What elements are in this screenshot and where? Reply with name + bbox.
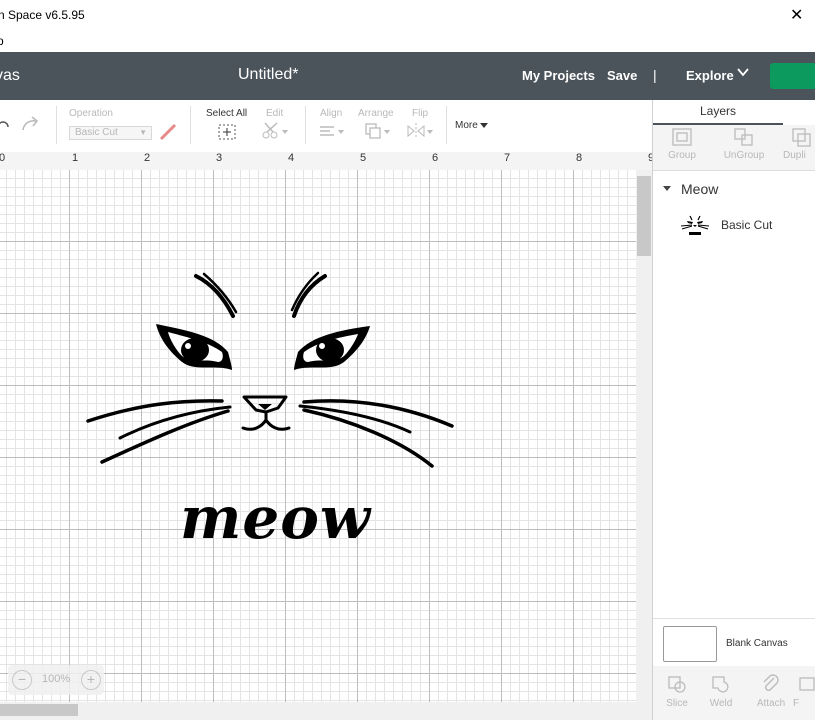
ruler-number: 1 (72, 152, 79, 164)
redo-icon[interactable] (21, 115, 41, 133)
slice-label: Slice (666, 698, 688, 709)
make-it-button[interactable] (770, 63, 815, 89)
layers-bottom-toolbar: Slice Weld Attach F (653, 666, 815, 720)
tab-layers[interactable]: Layers (653, 100, 783, 125)
ruler-number: 5 (360, 152, 367, 164)
operation-label: Operation (69, 108, 113, 119)
vertical-scroll-thumb[interactable] (637, 176, 651, 256)
slice-icon (668, 676, 686, 693)
operation-value: Basic Cut (75, 127, 118, 138)
layer-item-label: Basic Cut (721, 218, 773, 232)
flatten-icon (799, 677, 815, 691)
align-icon[interactable] (318, 124, 346, 140)
caret-down-icon[interactable] (663, 186, 671, 191)
ruler-number: 6 (432, 152, 439, 164)
align-label: Align (320, 108, 343, 119)
blank-canvas-swatch[interactable] (663, 626, 717, 662)
arrange-icon[interactable] (364, 122, 392, 140)
window-title-bar: n Space v6.5.95 ✕ (0, 0, 815, 32)
ruler-number: 7 (504, 152, 511, 164)
flip-icon[interactable] (406, 122, 434, 140)
group-label: Group (668, 150, 696, 161)
duplicate-label: Dupli (783, 150, 806, 161)
ruler-number: 0 (0, 152, 6, 164)
layers-panel: Layers Group UnGroup Dupli Meow Basic Cu… (652, 100, 815, 720)
header-separator: | (653, 67, 657, 83)
ungroup-label: UnGroup (723, 150, 765, 161)
zoom-level: 100% (42, 673, 71, 685)
edit-toolbar: Operation Basic Cut ▼ Select All Edit Al… (0, 100, 652, 153)
app-header: vas Untitled* My Projects Save | Explore (0, 52, 815, 100)
horizontal-ruler: 0 1 2 3 4 5 6 7 8 9 (0, 152, 654, 171)
zoom-control: − 100% + (8, 665, 104, 695)
ruler-number: 4 (288, 152, 295, 164)
ruler-number: 3 (216, 152, 223, 164)
ruler-number: 2 (144, 152, 151, 164)
layer-group-label: Meow (681, 181, 719, 197)
attach-label: Attach (756, 698, 786, 709)
duplicate-button[interactable]: Dupli (783, 127, 815, 161)
weld-button[interactable]: Weld (697, 674, 745, 709)
layers-toolbar: Group UnGroup Dupli (653, 125, 815, 171)
operation-select[interactable]: Basic Cut ▼ (69, 126, 152, 140)
ruler-number: 8 (576, 152, 583, 164)
weld-icon (712, 676, 729, 693)
undo-icon[interactable] (0, 118, 10, 132)
edit-scissors-icon[interactable] (262, 122, 290, 140)
flatten-label: F (793, 698, 800, 709)
menu-bar: p (0, 32, 815, 52)
chevron-down-icon[interactable] (737, 66, 749, 78)
select-all-icon[interactable] (218, 124, 236, 140)
zoom-in-button[interactable]: + (81, 670, 101, 690)
edit-label: Edit (266, 108, 284, 119)
attach-button[interactable]: Attach (747, 674, 795, 709)
group-icon (672, 128, 692, 146)
blank-canvas-row[interactable]: Blank Canvas (653, 618, 815, 667)
more-menu[interactable]: More (455, 120, 478, 131)
paperclip-icon (763, 674, 779, 691)
layer-group-meow[interactable]: Meow (653, 176, 815, 204)
save-button[interactable]: Save (607, 68, 637, 83)
select-all-label[interactable]: Select All (206, 108, 247, 119)
ungroup-button[interactable]: UnGroup (719, 127, 769, 161)
design-canvas[interactable]: meow − 100% + (0, 170, 636, 702)
more-caret-icon[interactable] (480, 123, 488, 129)
flip-label: Flip (412, 108, 429, 119)
cat-face-artwork[interactable] (0, 170, 636, 702)
horizontal-scroll-thumb[interactable] (0, 704, 78, 716)
layer-thumbnail-icon (680, 215, 710, 235)
pen-color-icon[interactable] (158, 122, 178, 142)
weld-label: Weld (709, 698, 733, 709)
ungroup-icon (734, 128, 753, 146)
horizontal-scrollbar[interactable] (0, 702, 652, 720)
menu-item[interactable]: p (0, 34, 4, 48)
zoom-out-button[interactable]: − (12, 670, 32, 690)
project-title: Untitled* (238, 66, 299, 83)
canvas-title: vas (0, 67, 20, 84)
group-button[interactable]: Group (657, 127, 707, 161)
window-close-button[interactable]: ✕ (790, 5, 803, 25)
meow-text[interactable]: meow (180, 488, 371, 548)
arrange-label: Arrange (358, 108, 394, 119)
blank-canvas-label: Blank Canvas (726, 638, 788, 649)
slice-button[interactable]: Slice (653, 674, 701, 709)
my-projects-link[interactable]: My Projects (522, 68, 595, 83)
flatten-button[interactable]: F (793, 674, 815, 709)
explore-menu[interactable]: Explore (686, 68, 734, 83)
layer-item[interactable]: Basic Cut (673, 208, 813, 242)
window-title: n Space v6.5.95 (0, 8, 85, 22)
duplicate-icon (792, 128, 811, 147)
